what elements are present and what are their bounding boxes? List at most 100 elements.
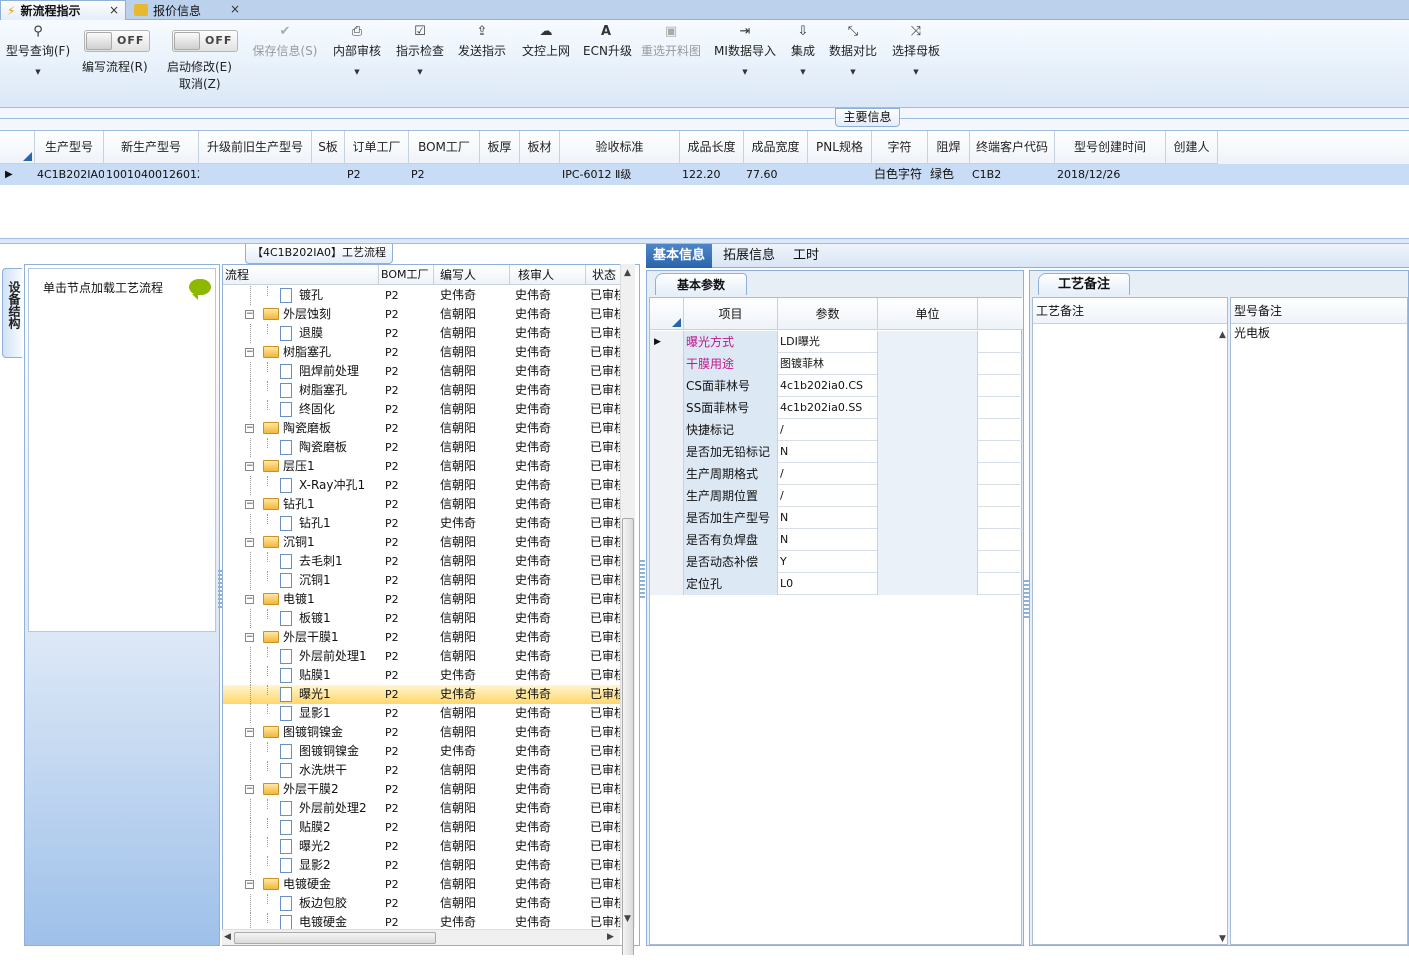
scroll-thumb[interactable] bbox=[234, 932, 436, 944]
column-header[interactable]: 生产型号 bbox=[35, 131, 104, 164]
splitter-grip[interactable] bbox=[640, 560, 645, 600]
param-unit[interactable] bbox=[878, 419, 978, 441]
column-header[interactable]: 创建人 bbox=[1166, 131, 1218, 164]
param-unit[interactable] bbox=[878, 529, 978, 551]
tree-group-node[interactable]: − 外层干膜1 P2 信朝阳 史伟奇 已审核 bbox=[223, 628, 621, 647]
tree-horizontal-scrollbar[interactable]: ◀ ▶ bbox=[222, 929, 620, 945]
tree-step-node[interactable]: 退膜 P2 信朝阳 史伟奇 已审核 bbox=[223, 324, 621, 343]
ecn-upgrade-button[interactable]: A ECN升级 bbox=[583, 24, 632, 59]
tree-group-node[interactable]: − 树脂塞孔 P2 信朝阳 史伟奇 已审核 bbox=[223, 343, 621, 362]
enable-edit-toggle[interactable]: OFF bbox=[172, 30, 238, 52]
internal-review-button[interactable]: ⎙ 内部审核 ▼ bbox=[331, 24, 383, 76]
tree-step-node[interactable]: 贴膜2 P2 信朝阳 史伟奇 已审核 bbox=[223, 818, 621, 837]
edit-flow-toggle[interactable]: OFF bbox=[84, 30, 150, 52]
tab-extended-info[interactable]: 拓展信息 bbox=[716, 244, 782, 268]
param-value[interactable]: LDI曝光 bbox=[778, 331, 878, 353]
param-value[interactable]: 图镀菲林 bbox=[778, 353, 878, 375]
collapse-icon[interactable]: − bbox=[245, 500, 254, 509]
tab-quote-info[interactable]: 报价信息 × bbox=[128, 0, 246, 20]
tree-step-node[interactable]: 陶瓷磨板 P2 信朝阳 史伟奇 已审核 bbox=[223, 438, 621, 457]
collapse-icon[interactable]: − bbox=[245, 310, 254, 319]
collapse-icon[interactable]: − bbox=[245, 538, 254, 547]
param-row[interactable]: 是否加生产型号 N bbox=[650, 507, 1023, 529]
tab-basic-info[interactable]: 基本信息 bbox=[646, 244, 713, 268]
param-row[interactable]: ▶ 曝光方式 LDI曝光 bbox=[650, 331, 1023, 353]
device-structure-tab[interactable]: 设备结构 bbox=[2, 268, 22, 358]
column-header[interactable]: 终端客户代码 bbox=[970, 131, 1055, 164]
tree-step-node[interactable]: 外层前处理2 P2 信朝阳 史伟奇 已审核 bbox=[223, 799, 621, 818]
param-unit[interactable] bbox=[878, 573, 978, 595]
param-value[interactable]: 4c1b202ia0.SS bbox=[778, 397, 878, 419]
column-header[interactable]: PNL规格 bbox=[808, 131, 872, 164]
collapse-icon[interactable]: − bbox=[245, 880, 254, 889]
scroll-right-icon[interactable]: ▶ bbox=[607, 932, 614, 942]
tree-step-node[interactable]: 树脂塞孔 P2 信朝阳 史伟奇 已审核 bbox=[223, 381, 621, 400]
scroll-down-icon[interactable]: ▼ bbox=[624, 914, 631, 924]
close-icon[interactable]: × bbox=[109, 3, 119, 17]
column-header[interactable]: 验收标准 bbox=[560, 131, 680, 164]
param-value[interactable]: N bbox=[778, 507, 878, 529]
param-unit[interactable] bbox=[878, 507, 978, 529]
param-row[interactable]: 是否动态补偿 Y bbox=[650, 551, 1023, 573]
tree-step-node[interactable]: 沉铜1 P2 信朝阳 史伟奇 已审核 bbox=[223, 571, 621, 590]
tree-step-node[interactable]: 曝光1 P2 史伟奇 史伟奇 已审核 bbox=[223, 685, 621, 704]
scroll-down-icon[interactable]: ▼ bbox=[1219, 934, 1226, 944]
param-unit[interactable] bbox=[878, 441, 978, 463]
param-row[interactable]: CS面菲林号 4c1b202ia0.CS bbox=[650, 375, 1023, 397]
tree-group-node[interactable]: − 外层干膜2 P2 信朝阳 史伟奇 已审核 bbox=[223, 780, 621, 799]
column-header[interactable]: 流程 bbox=[223, 265, 379, 285]
select-mother-board-button[interactable]: ⤨ 选择母板 ▼ bbox=[891, 24, 941, 76]
param-value[interactable]: / bbox=[778, 485, 878, 507]
param-unit[interactable] bbox=[878, 353, 978, 375]
collapse-icon[interactable]: − bbox=[245, 424, 254, 433]
column-header[interactable]: 成品长度 bbox=[680, 131, 744, 164]
process-notes-tab[interactable]: 工艺备注 bbox=[1038, 273, 1130, 295]
collapse-icon[interactable]: − bbox=[245, 348, 254, 357]
doc-upload-button[interactable]: ☁ 文控上网 bbox=[520, 24, 572, 59]
tree-group-node[interactable]: − 钻孔1 P2 信朝阳 史伟奇 已审核 bbox=[223, 495, 621, 514]
collapse-icon[interactable]: − bbox=[245, 595, 254, 604]
column-header[interactable]: 核审人 bbox=[510, 265, 586, 285]
param-unit[interactable] bbox=[878, 397, 978, 419]
param-unit[interactable] bbox=[878, 551, 978, 573]
column-header[interactable]: 板材 bbox=[520, 131, 560, 164]
param-unit[interactable] bbox=[878, 375, 978, 397]
model-query-button[interactable]: ⚲ 型号查询(F) ▼ bbox=[4, 24, 72, 76]
tree-step-node[interactable]: 图镀铜镍金 P2 史伟奇 史伟奇 已审核 bbox=[223, 742, 621, 761]
cancel-button[interactable]: 取消(Z) bbox=[179, 75, 221, 92]
mi-import-button[interactable]: ⇥ MI数据导入 ▼ bbox=[714, 24, 776, 76]
collapse-icon[interactable]: − bbox=[245, 462, 254, 471]
tab-new-flow-instruction[interactable]: ⚡ 新流程指示 × bbox=[0, 0, 126, 20]
load-flow-card[interactable]: 单击节点加载工艺流程 bbox=[28, 268, 216, 632]
param-value[interactable]: N bbox=[778, 441, 878, 463]
column-header[interactable]: 状态 bbox=[586, 265, 621, 285]
param-value[interactable]: / bbox=[778, 463, 878, 485]
close-icon[interactable]: × bbox=[230, 2, 240, 16]
param-unit[interactable] bbox=[878, 331, 978, 353]
tree-step-node[interactable]: 板边包胶 P2 信朝阳 史伟奇 已审核 bbox=[223, 894, 621, 913]
param-value[interactable]: L0 bbox=[778, 573, 878, 595]
param-row[interactable]: 是否加无铅标记 N bbox=[650, 441, 1023, 463]
tree-step-node[interactable]: 曝光2 P2 信朝阳 史伟奇 已审核 bbox=[223, 837, 621, 856]
collapse-icon[interactable]: − bbox=[245, 785, 254, 794]
table-row[interactable]: ▶ 4C1B202IA0 10010400126012 P2 P2 IPC-60… bbox=[0, 164, 1409, 185]
column-header[interactable]: 型号创建时间 bbox=[1055, 131, 1166, 164]
scroll-up-icon[interactable]: ▲ bbox=[624, 268, 631, 278]
column-header[interactable]: 升级前旧生产型号 bbox=[199, 131, 312, 164]
process-note-column[interactable]: 工艺备注 ▲ ▼ bbox=[1032, 297, 1228, 945]
tree-group-node[interactable]: − 电镀1 P2 信朝阳 史伟奇 已审核 bbox=[223, 590, 621, 609]
param-row[interactable]: 生产周期位置 / bbox=[650, 485, 1023, 507]
scroll-thumb[interactable] bbox=[622, 518, 634, 964]
param-value[interactable]: 4c1b202ia0.CS bbox=[778, 375, 878, 397]
param-row[interactable]: 生产周期格式 / bbox=[650, 463, 1023, 485]
column-header[interactable]: 阻焊 bbox=[928, 131, 970, 164]
send-instruction-button[interactable]: ⇪ 发送指示 bbox=[457, 24, 507, 59]
model-note-column[interactable]: 型号备注 光电板 bbox=[1230, 297, 1408, 945]
scroll-left-icon[interactable]: ◀ bbox=[224, 932, 231, 942]
tree-step-node[interactable]: X-Ray冲孔1 P2 信朝阳 史伟奇 已审核 bbox=[223, 476, 621, 495]
tree-group-node[interactable]: − 图镀铜镍金 P2 信朝阳 史伟奇 已审核 bbox=[223, 723, 621, 742]
save-button[interactable]: ✔ 保存信息(S) bbox=[250, 24, 320, 59]
column-header[interactable]: 板厚 bbox=[480, 131, 520, 164]
instruction-check-button[interactable]: ☑ 指示检查 ▼ bbox=[395, 24, 445, 76]
tab-work-hours[interactable]: 工时 bbox=[786, 244, 826, 268]
